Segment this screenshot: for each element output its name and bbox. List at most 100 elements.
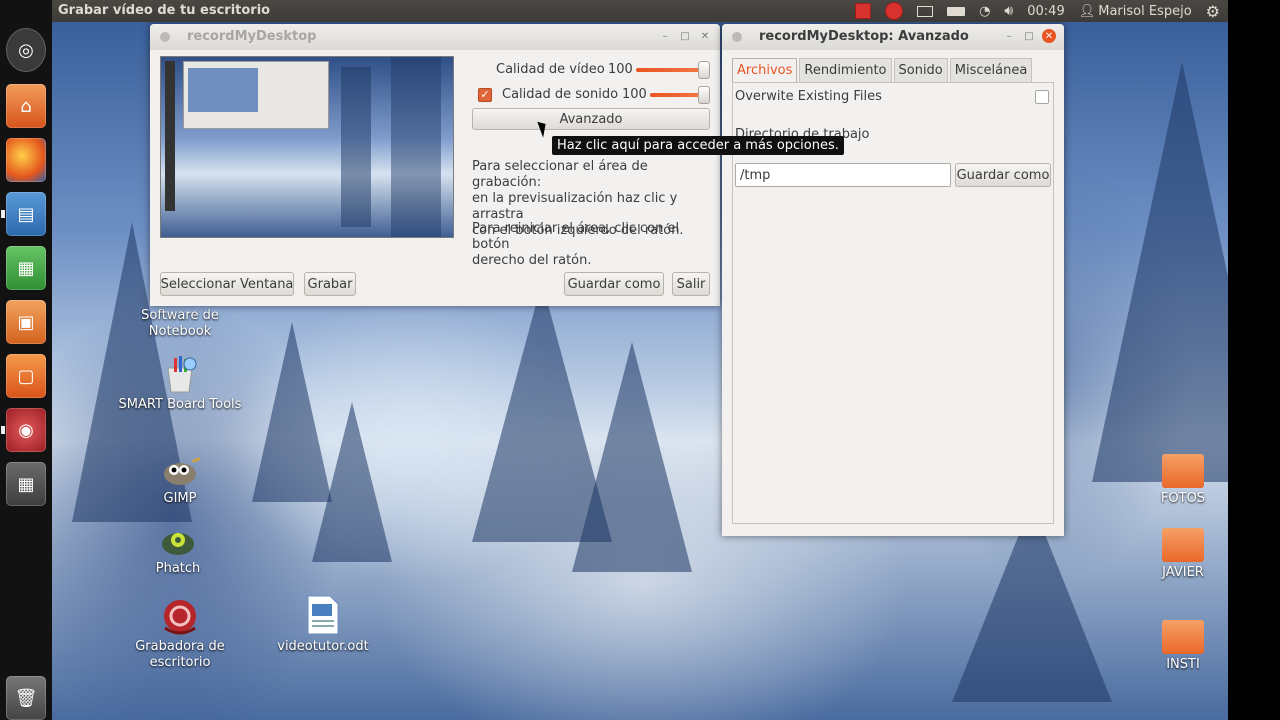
minimize-icon[interactable]: –: [658, 29, 672, 43]
firefox-icon[interactable]: [6, 138, 46, 182]
running-indicator: [1, 426, 5, 434]
record-stop-icon: [855, 3, 872, 19]
trash-icon[interactable]: 🗑︎: [6, 676, 46, 720]
user-indicator[interactable]: 👤︎ Marisol Espejo: [1079, 0, 1192, 22]
advanced-tabs: Archivos Rendimiento Sonido Miscelánea: [732, 58, 1033, 82]
running-indicator: [1, 210, 5, 218]
battery-indicator[interactable]: [947, 0, 966, 22]
tab-sonido[interactable]: Sonido: [893, 58, 948, 82]
desktop-icon-label: SMART Board Tools: [118, 397, 242, 412]
window-titlebar[interactable]: recordMyDesktop – □ ✕: [150, 24, 720, 50]
overwrite-checkbox[interactable]: [1035, 90, 1049, 104]
wallpaper-tree: [1092, 62, 1228, 482]
desktop-icon-smart-board[interactable]: SMART Board Tools: [116, 356, 244, 412]
document-icon: [306, 594, 340, 636]
desktop-icon-label: INSTI: [1166, 657, 1200, 672]
smart-board-icon: [162, 356, 198, 394]
desktop-icon-label: Grabadora de escritorio: [135, 639, 225, 670]
window-title: recordMyDesktop: [187, 29, 317, 44]
record-button[interactable]: Grabar: [304, 272, 356, 296]
close-icon[interactable]: ✕: [698, 29, 712, 43]
video-quality-slider-handle[interactable]: [698, 61, 710, 79]
wallpaper-tree: [312, 402, 392, 562]
window-menu-icon[interactable]: [732, 32, 742, 42]
user-icon: 👤︎: [1078, 3, 1096, 19]
calc-icon[interactable]: ▦: [6, 246, 46, 290]
desktop-folder-fotos[interactable]: FOTOS: [1152, 454, 1214, 506]
save-as-button[interactable]: Guardar como: [564, 272, 664, 296]
user-name: Marisol Espejo: [1098, 3, 1192, 19]
clock: 00:49: [1027, 3, 1065, 19]
wifi-icon: ◔: [979, 3, 991, 19]
workdir-save-as-button[interactable]: Guardar como: [955, 163, 1051, 187]
window-titlebar[interactable]: recordMyDesktop: Avanzado – □ ✕: [722, 24, 1064, 50]
unity-launcher: ◎ ⌂ ▤ ▦ ▣ ▢ ◉ ▦ 🗑︎: [0, 0, 52, 720]
workdir-input[interactable]: /tmp: [735, 163, 951, 187]
desktop-icon-label: Software de Notebook: [141, 308, 219, 339]
maximize-icon[interactable]: □: [1022, 29, 1036, 43]
sound-quality-slider-handle[interactable]: [698, 86, 710, 104]
tab-rendimiento[interactable]: Rendimiento: [799, 58, 892, 82]
window-title: recordMyDesktop: Avanzado: [759, 29, 969, 44]
minimize-icon[interactable]: –: [1002, 29, 1016, 43]
advanced-window: recordMyDesktop: Avanzado – □ ✕ Archivos…: [722, 24, 1064, 536]
folder-icon: [1162, 620, 1204, 654]
desktop-icon-grabadora[interactable]: Grabadora de escritorio: [124, 598, 236, 671]
gear-icon: ⚙: [1205, 1, 1220, 21]
maximize-icon[interactable]: □: [678, 29, 692, 43]
capture-preview[interactable]: [160, 56, 454, 238]
folder-icon: [1162, 528, 1204, 562]
close-icon[interactable]: ✕: [1042, 29, 1056, 43]
active-window-title: Grabar vídeo de tu escritorio: [58, 3, 271, 18]
select-window-button[interactable]: Seleccionar Ventana: [160, 272, 294, 296]
tab-archivos[interactable]: Archivos: [732, 58, 798, 82]
network-indicator[interactable]: ◔: [979, 0, 990, 22]
record-dot-icon: [885, 2, 904, 20]
desktop-icon-videotutor[interactable]: videotutor.odt: [272, 594, 374, 654]
record-indicator[interactable]: [885, 0, 904, 22]
tab-miscelanea[interactable]: Miscelánea: [949, 58, 1033, 82]
session-indicator[interactable]: ⚙: [1206, 0, 1220, 22]
advanced-button[interactable]: Avanzado: [472, 108, 710, 130]
indicator-area: ◔ 🔊︎ 00:49 👤︎ Marisol Espejo ⚙: [855, 0, 1220, 22]
desktop-icon-notebook[interactable]: Software de Notebook: [130, 308, 230, 340]
desktop-icon-label: Phatch: [155, 561, 201, 576]
messaging-indicator[interactable]: [917, 0, 934, 22]
quit-button[interactable]: Salir: [672, 272, 710, 296]
window-menu-icon[interactable]: [160, 32, 170, 42]
workspace-icon[interactable]: ▦: [6, 462, 46, 506]
sound-indicator[interactable]: 🔊︎: [1004, 0, 1013, 22]
top-panel: Grabar vídeo de tu escritorio ◔ 🔊︎ 00:49…: [52, 0, 1228, 22]
advanced-tooltip: Haz clic aquí para acceder a más opcione…: [552, 136, 844, 155]
preview-launcher: [165, 61, 175, 211]
volume-icon: 🔊︎: [1004, 3, 1014, 19]
video-quality-value: 100: [608, 62, 633, 77]
impress-icon[interactable]: ▣: [6, 300, 46, 344]
dash-icon[interactable]: ◎: [6, 28, 46, 72]
home-folder-icon[interactable]: ⌂: [6, 84, 46, 128]
gimp-icon: [158, 456, 202, 488]
folder-icon: [1162, 454, 1204, 488]
desktop-icon-label: JAVIER: [1162, 565, 1204, 580]
recorder-icon[interactable]: ◉: [6, 408, 46, 452]
sound-checkbox[interactable]: ✓: [478, 88, 492, 102]
software-center-icon[interactable]: ▢: [6, 354, 46, 398]
desktop-icon-label: videotutor.odt: [277, 639, 369, 654]
record-main-window: recordMyDesktop – □ ✕ Calidad de vídeo 1…: [150, 24, 720, 306]
desktop-icon-label: GIMP: [163, 491, 197, 506]
desktop-folder-insti[interactable]: INSTI: [1152, 620, 1214, 672]
battery-icon: [947, 6, 966, 16]
preview-window-thumbnail: [183, 61, 329, 129]
record-stop-indicator[interactable]: [855, 0, 872, 22]
writer-icon[interactable]: ▤: [6, 192, 46, 236]
desktop-icon-gimp[interactable]: GIMP: [130, 456, 230, 506]
desktop-screen: Software de Notebook SMART Board Tools G…: [52, 0, 1228, 720]
desktop-folder-javier[interactable]: JAVIER: [1152, 528, 1214, 580]
workdir-value: /tmp: [740, 167, 771, 183]
desktop-icon-phatch[interactable]: Phatch: [130, 528, 226, 576]
video-quality-label: Calidad de vídeo: [496, 62, 605, 77]
mail-icon: [917, 5, 934, 17]
sound-quality-label: Calidad de sonido: [502, 87, 619, 102]
help-text-reset-area: Para reiniciar el área, clic con el botó…: [472, 221, 680, 268]
clock-indicator[interactable]: 00:49: [1027, 0, 1064, 22]
